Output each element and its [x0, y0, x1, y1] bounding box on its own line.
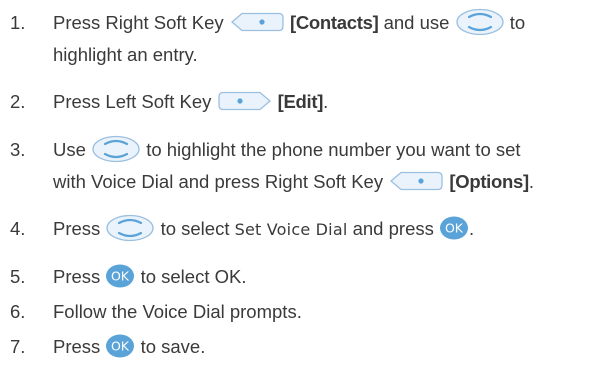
- softkey-label-contacts: [Contacts]: [289, 12, 379, 33]
- softkey-label-edit: [Edit]: [277, 91, 324, 112]
- step-number: 6.: [10, 301, 26, 322]
- text: .: [528, 171, 535, 192]
- text: and press: [352, 218, 434, 239]
- text: .: [323, 91, 329, 112]
- softkey-label-options: [Options]: [449, 171, 529, 192]
- step-number: 1.: [10, 12, 26, 33]
- text: to select: [160, 218, 230, 239]
- svg-text:OK: OK: [111, 269, 130, 284]
- right-soft-key-icon: [388, 171, 444, 191]
- step-number: 3.: [10, 139, 26, 160]
- step-text: Press OK to select OK.: [53, 261, 603, 293]
- text: highlight an entry.: [53, 44, 198, 65]
- menu-option-set-voice-dial: Set Voice Dial: [234, 220, 348, 239]
- navigation-key-icon: [105, 214, 155, 242]
- step-text: Follow the Voice Dial prompts.: [53, 296, 603, 328]
- step-text: Use to highlight the phone number you wa…: [53, 134, 603, 198]
- step-text: Press Right Soft Key [Contacts] and use …: [53, 7, 603, 71]
- step-number: 5.: [10, 266, 26, 287]
- step-number: 2.: [10, 91, 26, 112]
- ok-key-icon: OK: [105, 334, 135, 358]
- text: Press: [53, 218, 101, 239]
- text: with Voice Dial and press Right Soft Key: [53, 171, 384, 192]
- text: and use: [383, 12, 450, 33]
- step-text: Press to select Set Voice Dial and press…: [53, 213, 603, 246]
- text: to highlight the phone number you want t…: [146, 139, 521, 160]
- text: .: [469, 218, 475, 239]
- text: Press Left Soft Key: [53, 91, 212, 112]
- navigation-key-icon: [91, 135, 141, 163]
- text: Follow the Voice Dial prompts.: [53, 301, 302, 322]
- text: to: [509, 12, 526, 33]
- svg-text:OK: OK: [445, 221, 464, 236]
- step-number: 7.: [10, 336, 26, 357]
- left-soft-key-icon: [217, 91, 273, 111]
- ok-key-icon: OK: [105, 264, 135, 288]
- svg-text:OK: OK: [111, 339, 130, 354]
- text: to select OK.: [140, 266, 247, 287]
- right-soft-key-icon: [229, 12, 285, 32]
- text: Press Right Soft Key: [53, 12, 224, 33]
- step-text: Press OK to save.: [53, 331, 603, 363]
- step-text: Press Left Soft Key [Edit].: [53, 86, 603, 118]
- ok-key-icon: OK: [439, 216, 469, 240]
- text: Press: [53, 266, 101, 287]
- text: Use: [53, 139, 86, 160]
- text: Press: [53, 336, 101, 357]
- text: to save.: [140, 336, 206, 357]
- navigation-key-icon: [455, 8, 505, 36]
- step-number: 4.: [10, 218, 26, 239]
